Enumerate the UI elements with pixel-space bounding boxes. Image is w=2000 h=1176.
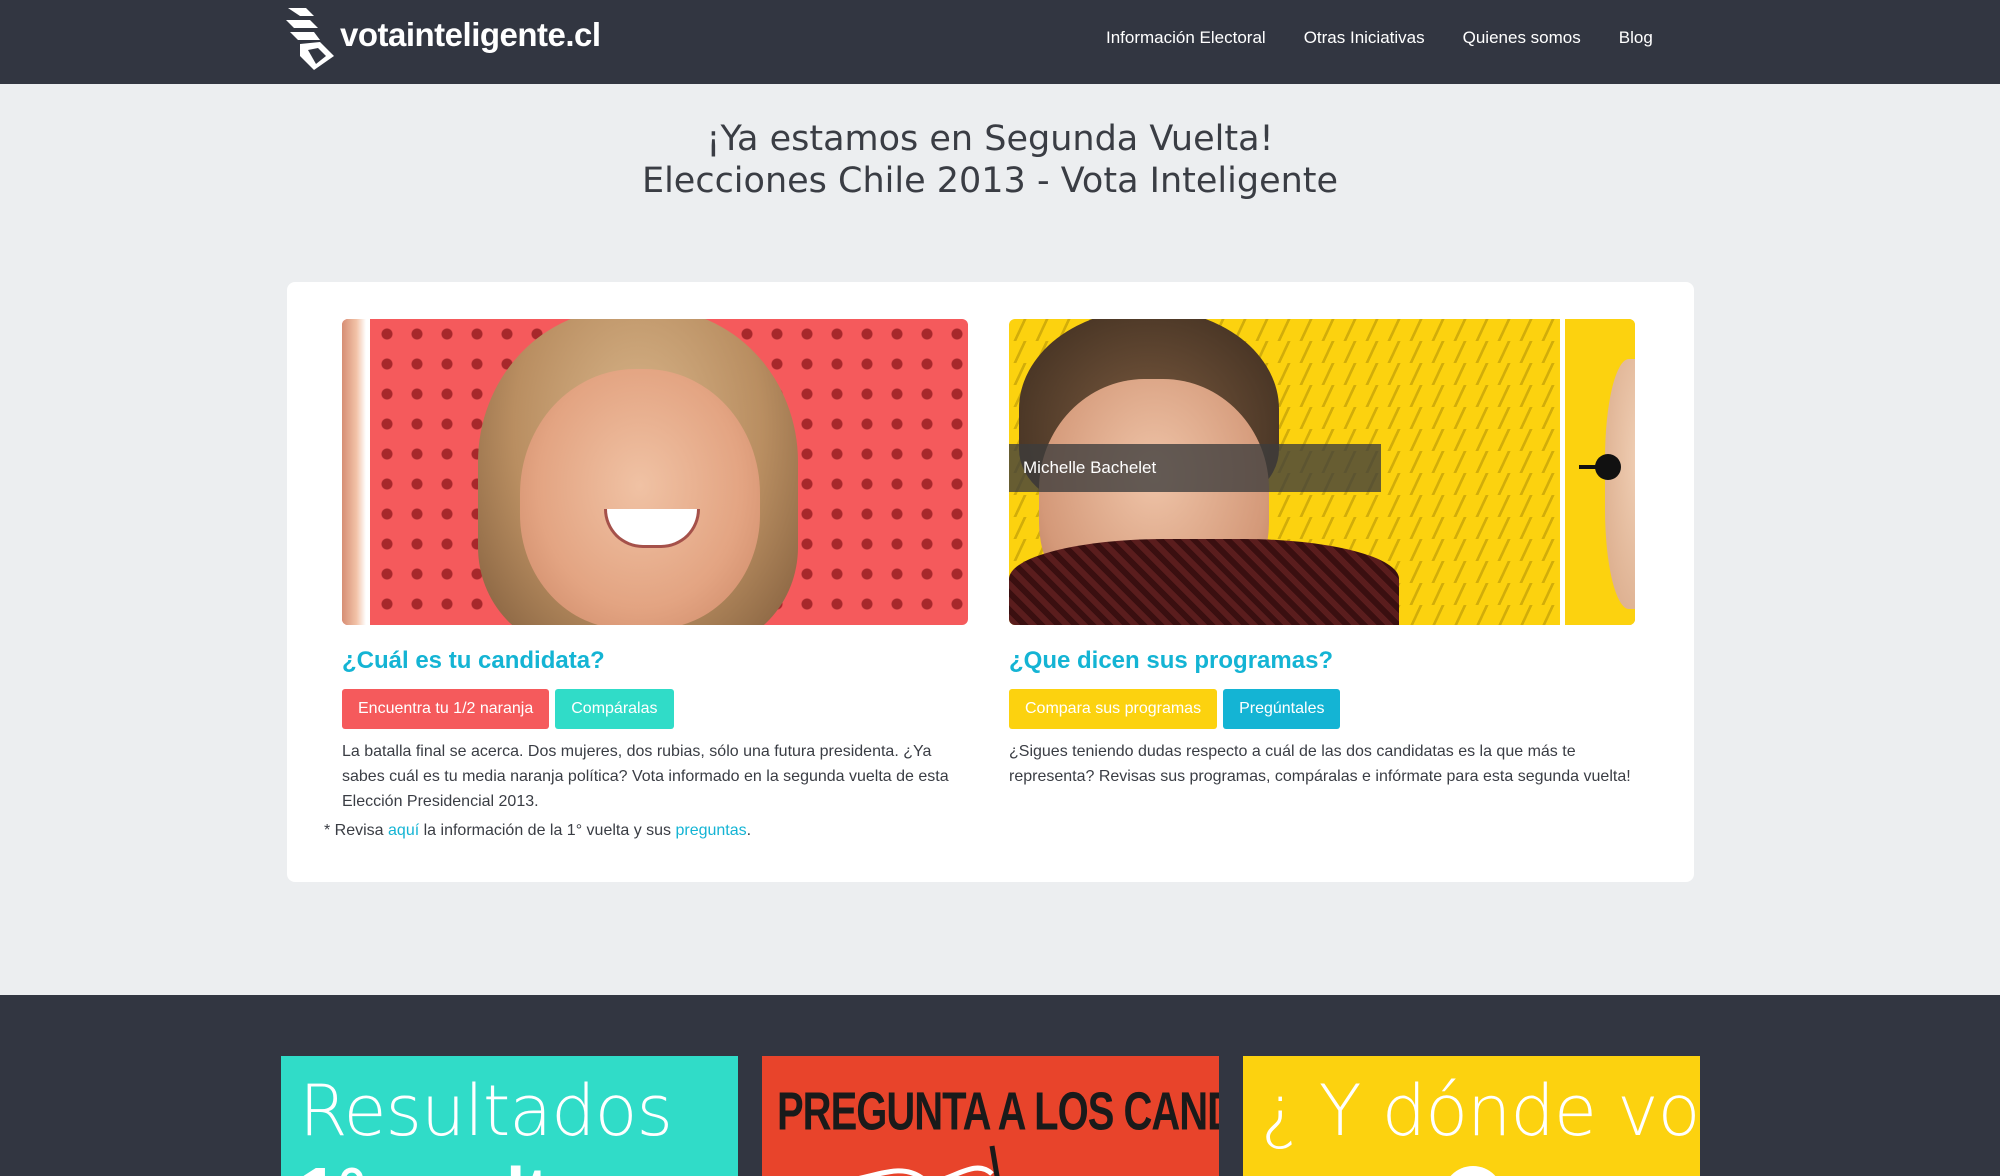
compare-programs-button[interactable]: Compara sus programas [1009,689,1218,729]
programs-photo-carousel[interactable]: Michelle Bachelet [1009,319,1635,625]
first-round-footnote: * Revisa aquí la información de la 1° vu… [324,822,751,840]
panel-buttons: Encuentra tu 1/2 naranja Compáralas [342,689,968,729]
panel-heading: ¿Que dicen sus programas? [1009,647,1334,674]
microphone-icon [1595,454,1621,480]
nav-quienes-somos[interactable]: Quienes somos [1463,26,1581,50]
handwriting-graphic [858,1145,1000,1176]
first-round-info-link[interactable]: aquí [388,822,419,839]
location-pin-icon [1443,1166,1503,1176]
ask-candidates-title: PREGUNTA A LOS CANDIDATOS: [777,1082,1219,1142]
hero-title: ¡Ya estamos en Segunda Vuelta! Eleccione… [0,118,1980,202]
hero-line-2: Elecciones Chile 2013 - Vota Inteligente [641,161,1339,201]
footnote-prefix: * Revisa [324,822,389,839]
photo-caption: Michelle Bachelet [1009,444,1381,492]
site-logo[interactable]: votainteligente.cl [284,6,601,72]
candidate-jacket [1009,539,1399,625]
next-candidate-face [1605,359,1635,609]
footnote-suffix: . [746,822,752,839]
nav-informacion-electoral[interactable]: Información Electoral [1106,26,1266,50]
programs-panel: Michelle Bachelet ¿Que dicen sus program… [1009,319,1635,789]
results-subtitle: 1° vuelta [299,1152,588,1176]
nav-blog[interactable]: Blog [1619,26,1653,50]
hero-line-1: ¡Ya estamos en Segunda Vuelta! [706,119,1274,159]
find-match-button[interactable]: Encuentra tu 1/2 naranja [342,689,550,729]
ask-them-button[interactable]: Pregúntales [1223,689,1341,729]
footnote-middle: la información de la 1° vuelta y sus [419,822,676,839]
top-navbar: votainteligente.cl Información Electoral… [0,0,2000,84]
logo-text: votainteligente.cl [340,16,601,53]
candidate-face [520,369,760,625]
results-title: Resultados [299,1070,673,1152]
where-to-vote-title: ¿ Y dónde voto? [1261,1070,1700,1152]
ask-candidates-tile[interactable]: PREGUNTA A LOS CANDIDATOS: [762,1056,1219,1176]
featured-section: Resultados 1° vuelta PREGUNTA A LOS CAND… [0,995,2000,1176]
candidate-photo-carousel[interactable] [342,319,968,625]
compare-candidates-button[interactable]: Compáralas [555,689,674,729]
first-round-questions-link[interactable]: preguntas [675,822,746,839]
panel-description: La batalla final se acerca. Dos mujeres,… [342,743,949,810]
where-to-vote-tile[interactable]: ¿ Y dónde voto? [1243,1056,1700,1176]
results-tile[interactable]: Resultados 1° vuelta [281,1056,738,1176]
logo-icon [286,8,334,70]
main-nav: Información Electoral Otras Iniciativas … [1106,26,1691,50]
panel-description: ¿Sigues teniendo dudas respecto a cuál d… [1009,743,1631,785]
nav-otras-iniciativas[interactable]: Otras Iniciativas [1304,26,1425,50]
second-round-card: ¿Cuál es tu candidata? Encuentra tu 1/2 … [287,282,1694,882]
candidate-panel: ¿Cuál es tu candidata? Encuentra tu 1/2 … [342,319,968,814]
panel-buttons: Compara sus programas Pregúntales [1009,689,1635,729]
panel-heading: ¿Cuál es tu candidata? [342,647,605,674]
carousel-prev-slide[interactable] [342,319,370,625]
